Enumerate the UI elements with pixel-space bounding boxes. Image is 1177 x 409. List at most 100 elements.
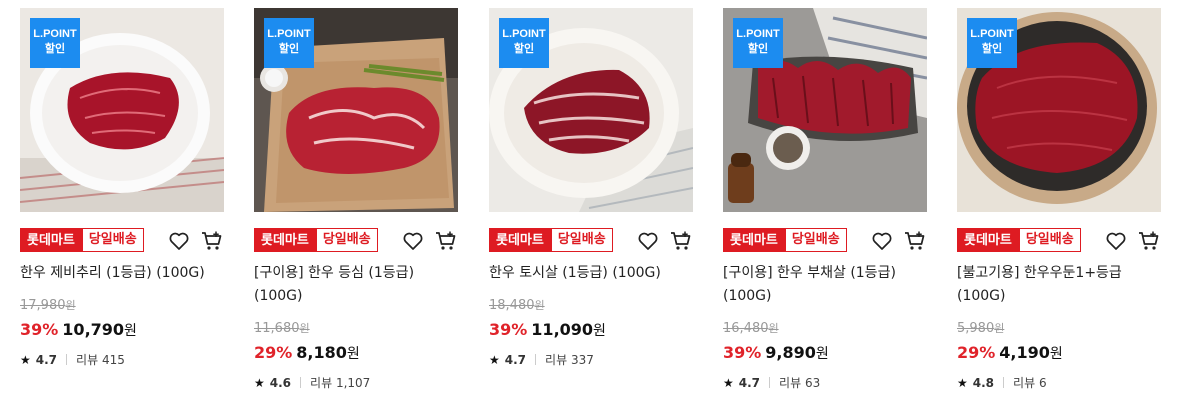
review-count: 337 [570, 352, 594, 367]
lottemart-tag: 롯데마트 [20, 228, 82, 252]
badge-line2: 할인 [747, 43, 769, 55]
product-card[interactable]: L.POINT 할인 롯데마트 당일배송 한우 제비추리 (1등급) (100G… [20, 8, 224, 367]
tag-group: 롯데마트 당일배송 [723, 228, 847, 252]
same-day-delivery-tag: 당일배송 [81, 228, 144, 252]
badge-line1: L.POINT [736, 28, 780, 40]
product-image[interactable]: L.POINT 할인 [723, 8, 927, 212]
original-price-value: 16,480 [723, 321, 769, 336]
original-price: 16,480원 [723, 320, 779, 336]
product-image[interactable]: L.POINT 할인 [20, 8, 224, 212]
sale-price-value: 9,890 [765, 343, 816, 362]
divider [300, 377, 302, 388]
same-day-delivery-tag: 당일배송 [1018, 228, 1081, 252]
rating-row: ★ 4.7 리뷰 63 [723, 374, 820, 391]
rating-row: ★ 4.8 리뷰 6 [957, 374, 1047, 391]
product-name[interactable]: 한우 제비추리 (1등급) (100G) [20, 262, 224, 285]
badge-line2: 할인 [44, 43, 66, 55]
review-label: 리뷰 [76, 353, 99, 367]
review-label: 리뷰 [779, 376, 802, 390]
divider [66, 354, 68, 365]
rating-row: ★ 4.7 리뷰 337 [489, 351, 594, 368]
currency: 원 [534, 299, 545, 312]
heart-icon[interactable] [870, 229, 894, 253]
sale-price: 39% 11,090원 [489, 320, 606, 340]
original-price: 18,480원 [489, 297, 545, 313]
heart-icon[interactable] [636, 229, 660, 253]
lpoint-discount-badge: L.POINT 할인 [733, 18, 783, 68]
divider [535, 354, 537, 365]
cart-icon[interactable] [434, 229, 458, 253]
discount-rate: 29% [254, 343, 293, 362]
cart-icon[interactable] [669, 229, 693, 253]
product-grid: L.POINT 할인 롯데마트 당일배송 한우 제비추리 (1등급) (100G… [0, 0, 1177, 409]
product-card[interactable]: L.POINT 할인 롯데마트 당일배송 [구이용] 한우 부채살 (1등급) … [723, 8, 927, 390]
same-day-delivery-tag: 당일배송 [315, 228, 378, 252]
tag-group: 롯데마트 당일배송 [20, 228, 144, 252]
currency: 원 [1049, 346, 1063, 362]
product-name[interactable]: [구이용] 한우 부채살 (1등급) (100G) [723, 262, 927, 308]
rating-score: 4.6 [269, 375, 292, 390]
discount-rate: 39% [20, 320, 59, 339]
review-count: 415 [101, 352, 125, 367]
original-price-value: 17,980 [20, 298, 66, 313]
star-icon: ★ [254, 375, 265, 390]
heart-icon[interactable] [401, 229, 425, 253]
original-price: 11,680원 [254, 320, 310, 336]
rating-score: 4.7 [504, 352, 527, 367]
lottemart-tag: 롯데마트 [723, 228, 785, 252]
same-day-delivery-tag: 당일배송 [784, 228, 847, 252]
currency: 원 [593, 323, 606, 339]
rating-score: 4.7 [35, 352, 58, 367]
currency: 원 [299, 322, 310, 335]
discount-rate: 29% [957, 343, 996, 362]
review-label: 리뷰 [310, 376, 333, 390]
badge-line2: 할인 [278, 43, 300, 55]
cart-icon[interactable] [200, 229, 224, 253]
tag-group: 롯데마트 당일배송 [489, 228, 613, 252]
sale-price-value: 4,190 [999, 343, 1050, 362]
sale-price: 29% 8,180원 [254, 343, 360, 363]
sale-price: 29% 4,190원 [957, 343, 1063, 363]
review-count: 6 [1038, 375, 1047, 390]
review-label: 리뷰 [545, 353, 568, 367]
star-icon: ★ [20, 352, 31, 367]
currency: 원 [768, 322, 779, 335]
product-name[interactable]: 한우 토시살 (1등급) (100G) [489, 262, 693, 285]
lottemart-tag: 롯데마트 [957, 228, 1019, 252]
product-card[interactable]: L.POINT 할인 롯데마트 당일배송 한우 토시살 (1등급) (100G)… [489, 8, 693, 367]
lpoint-discount-badge: L.POINT 할인 [264, 18, 314, 68]
badge-line1: L.POINT [502, 28, 546, 40]
currency: 원 [124, 323, 137, 339]
heart-icon[interactable] [167, 229, 191, 253]
rating-score: 4.7 [738, 375, 761, 390]
sale-price-value: 8,180 [296, 343, 347, 362]
badge-line1: L.POINT [33, 28, 77, 40]
sale-price: 39% 10,790원 [20, 320, 137, 340]
lpoint-discount-badge: L.POINT 할인 [499, 18, 549, 68]
rating-row: ★ 4.6 리뷰 1,107 [254, 374, 370, 391]
lpoint-discount-badge: L.POINT 할인 [967, 18, 1017, 68]
review-count: 1,107 [335, 375, 371, 390]
product-name[interactable]: [불고기용] 한우우둔1+등급 (100G) [957, 262, 1161, 308]
rating-row: ★ 4.7 리뷰 415 [20, 351, 125, 368]
same-day-delivery-tag: 당일배송 [550, 228, 613, 252]
sale-price-value: 10,790 [62, 320, 125, 339]
product-image[interactable]: L.POINT 할인 [957, 8, 1161, 212]
product-image[interactable]: L.POINT 할인 [254, 8, 458, 212]
tag-group: 롯데마트 당일배송 [254, 228, 378, 252]
badge-line2: 할인 [513, 43, 535, 55]
currency: 원 [994, 322, 1005, 335]
product-name[interactable]: [구이용] 한우 등심 (1등급) (100G) [254, 262, 458, 308]
product-card[interactable]: L.POINT 할인 롯데마트 당일배송 [구이용] 한우 등심 (1등급) (… [254, 8, 458, 390]
cart-icon[interactable] [903, 229, 927, 253]
star-icon: ★ [957, 375, 968, 390]
discount-rate: 39% [489, 320, 528, 339]
heart-icon[interactable] [1104, 229, 1128, 253]
original-price-value: 18,480 [489, 298, 535, 313]
original-price-value: 11,680 [254, 321, 300, 336]
cart-icon[interactable] [1137, 229, 1161, 253]
sale-price-value: 11,090 [531, 320, 594, 339]
product-card[interactable]: L.POINT 할인 롯데마트 당일배송 [불고기용] 한우우둔1+등급 (10… [957, 8, 1161, 390]
product-image[interactable]: L.POINT 할인 [489, 8, 693, 212]
lpoint-discount-badge: L.POINT 할인 [30, 18, 80, 68]
